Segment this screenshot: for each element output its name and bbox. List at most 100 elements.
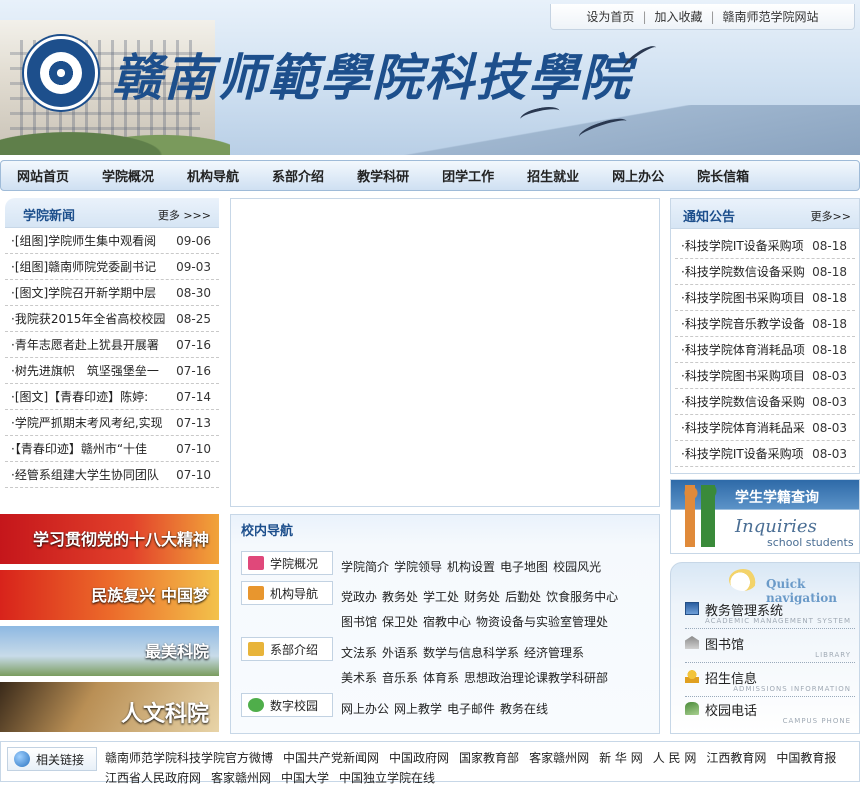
digital-campus-icon: [248, 698, 264, 712]
nav-organizations[interactable]: 机构导航: [187, 166, 239, 185]
related-link[interactable]: 中国教育报: [776, 751, 836, 765]
quick-nav-academic-system[interactable]: 教务管理系统 ACADEMIC MANAGEMENT SYSTEM: [685, 599, 855, 629]
related-link[interactable]: 客家赣州网: [211, 771, 271, 785]
nav-admissions[interactable]: 招生就业: [527, 166, 579, 185]
campus-link[interactable]: 网上办公: [341, 702, 389, 716]
campus-link[interactable]: 学院简介: [341, 560, 389, 574]
weather-sun-icon: [729, 569, 757, 591]
related-links-label: 相关链接: [7, 747, 97, 771]
promo-banner-beautiful-campus[interactable]: 最美科院: [0, 626, 219, 676]
related-link[interactable]: 赣南师范学院科技学院官方微博: [105, 751, 273, 765]
news-header: 学院新闻 更多 >>>: [5, 198, 219, 228]
add-favorite-link[interactable]: 加入收藏: [654, 8, 702, 25]
promo-banner-party[interactable]: 学习贯彻党的十八大精神: [0, 514, 219, 564]
campus-link[interactable]: 饮食服务中心: [546, 590, 618, 604]
campus-link[interactable]: 网上教学: [394, 702, 442, 716]
campus-link[interactable]: 学院领导: [394, 560, 442, 574]
related-links-bar: 相关链接 赣南师范学院科技学院官方微博 中国共产党新闻网 中国政府网 国家教育部 客家赣…: [0, 741, 860, 785]
news-more-link[interactable]: 更多 >>>: [158, 207, 211, 223]
nav-teaching[interactable]: 教学科研: [357, 166, 409, 185]
related-link[interactable]: 中国政府网: [389, 751, 449, 765]
campus-link[interactable]: 财务处: [464, 590, 500, 604]
parent-university-link[interactable]: 赣南师范学院网站: [723, 8, 819, 25]
news-item[interactable]: ·树先进旗帜 筑坚强堡垒一 07-16: [5, 358, 219, 384]
related-link[interactable]: 中国共产党新闻网: [283, 751, 379, 765]
related-link[interactable]: 人 民 网: [653, 751, 697, 765]
campus-link[interactable]: 教务在线: [500, 702, 548, 716]
news-item[interactable]: ·[图文]【青春印迹】陈婷: 07-14: [5, 384, 219, 410]
campus-link[interactable]: 机构设置: [447, 560, 495, 574]
top-links-bar: 设为首页 | 加入收藏 | 赣南师范学院网站: [550, 4, 855, 30]
campus-link[interactable]: 物资设备与实验室管理处: [476, 615, 608, 629]
campus-nav-category-overview[interactable]: 学院概况: [241, 551, 333, 575]
promo-banner-chinese-dream[interactable]: 民族复兴 中国梦: [0, 570, 219, 620]
nav-student-work[interactable]: 团学工作: [442, 166, 494, 185]
news-item[interactable]: ·经管系组建大学生协同团队 07-10: [5, 462, 219, 488]
campus-link[interactable]: 体育系: [423, 671, 459, 685]
campus-link[interactable]: 图书馆: [341, 615, 377, 629]
related-link[interactable]: 客家赣州网: [529, 751, 589, 765]
campus-nav-category-departments[interactable]: 系部介绍: [241, 637, 333, 661]
campus-link[interactable]: 后勤处: [505, 590, 541, 604]
departments-icon: [248, 642, 264, 656]
notice-item[interactable]: ·科技学院图书采购项目 08-03: [675, 363, 855, 389]
organization-icon: [248, 586, 264, 600]
related-link[interactable]: 国家教育部: [459, 751, 519, 765]
campus-link[interactable]: 数学与信息科学系: [423, 646, 519, 660]
campus-link[interactable]: 音乐系: [382, 671, 418, 685]
campus-link[interactable]: 宿教中心: [423, 615, 471, 629]
nav-online-office[interactable]: 网上办公: [612, 166, 664, 185]
news-item[interactable]: ·青年志愿者赴上犹县开展署 07-16: [5, 332, 219, 358]
site-title: 赣南师範學院科技學院: [112, 48, 632, 107]
notice-item[interactable]: ·科技学院图书采购项目 08-18: [675, 285, 855, 311]
related-link[interactable]: 中国独立学院在线: [339, 771, 435, 785]
overview-icon: [248, 556, 264, 570]
campus-link[interactable]: 教务处: [382, 590, 418, 604]
campus-nav-category-organizations[interactable]: 机构导航: [241, 581, 333, 605]
news-item[interactable]: ·[组图]学院师生集中观看阅 09-06: [5, 228, 219, 254]
news-title: 学院新闻: [23, 209, 76, 224]
campus-link[interactable]: 保卫处: [382, 615, 418, 629]
nav-president-mailbox[interactable]: 院长信箱: [697, 166, 749, 185]
news-item[interactable]: ·[图文]学院召开新学期中层 08-30: [5, 280, 219, 306]
news-item[interactable]: ·【青春印迹】赣州市“十佳 07-10: [5, 436, 219, 462]
campus-link[interactable]: 电子邮件: [447, 702, 495, 716]
related-link[interactable]: 中国大学: [281, 771, 329, 785]
quick-nav-admissions[interactable]: 招生信息 ADMISSIONS INFORMATION: [685, 667, 855, 697]
campus-link[interactable]: 学工处: [423, 590, 459, 604]
set-homepage-link[interactable]: 设为首页: [586, 8, 634, 25]
notice-item[interactable]: ·科技学院体育消耗品采 08-03: [675, 415, 855, 441]
globe-icon: [14, 751, 30, 767]
related-link[interactable]: 新 华 网: [599, 751, 643, 765]
related-link[interactable]: 江西省人民政府网: [105, 771, 201, 785]
campus-link[interactable]: 美术系: [341, 671, 377, 685]
campus-link[interactable]: 文法系: [341, 646, 377, 660]
campus-link[interactable]: 校园风光: [553, 560, 601, 574]
student-status-inquiry-banner[interactable]: 学生学籍查询 Inquiries school students: [670, 479, 860, 554]
campus-nav-category-digital[interactable]: 数字校园: [241, 693, 333, 717]
news-item[interactable]: ·我院获2015年全省高校校园 08-25: [5, 306, 219, 332]
campus-link[interactable]: 电子地图: [500, 560, 548, 574]
notice-item[interactable]: ·科技学院数信设备采购 08-18: [675, 259, 855, 285]
notice-item[interactable]: ·科技学院数信设备采购 08-03: [675, 389, 855, 415]
quick-nav-campus-phone[interactable]: 校园电话 CAMPUS PHONE: [685, 699, 855, 729]
news-item[interactable]: ·[组图]赣南师院党委副书记 09-03: [5, 254, 219, 280]
related-link[interactable]: 江西教育网: [706, 751, 766, 765]
campus-link[interactable]: 经济管理系: [524, 646, 584, 660]
nav-home[interactable]: 网站首页: [17, 166, 69, 185]
promo-banner-humanities[interactable]: 人文科院: [0, 682, 219, 732]
campus-link[interactable]: 党政办: [341, 590, 377, 604]
notice-item[interactable]: ·科技学院IT设备采购项 08-18: [675, 233, 855, 259]
notice-title: 通知公告: [683, 210, 736, 225]
notice-item[interactable]: ·科技学院体育消耗品项 08-18: [675, 337, 855, 363]
notice-more-link[interactable]: 更多>>: [811, 208, 851, 224]
campus-link[interactable]: 外语系: [382, 646, 418, 660]
notice-item[interactable]: ·科技学院IT设备采购项 08-03: [675, 441, 855, 467]
nav-departments[interactable]: 系部介绍: [272, 166, 324, 185]
campus-link[interactable]: 思想政治理论课教学科研部: [464, 671, 608, 685]
quick-nav-library[interactable]: 图书馆 LIBRARY: [685, 633, 855, 663]
notice-item[interactable]: ·科技学院音乐教学设备 08-18: [675, 311, 855, 337]
slideshow-area[interactable]: [230, 198, 660, 507]
nav-overview[interactable]: 学院概况: [102, 166, 154, 185]
news-item[interactable]: ·学院严抓期末考风考纪,实现 07-13: [5, 410, 219, 436]
